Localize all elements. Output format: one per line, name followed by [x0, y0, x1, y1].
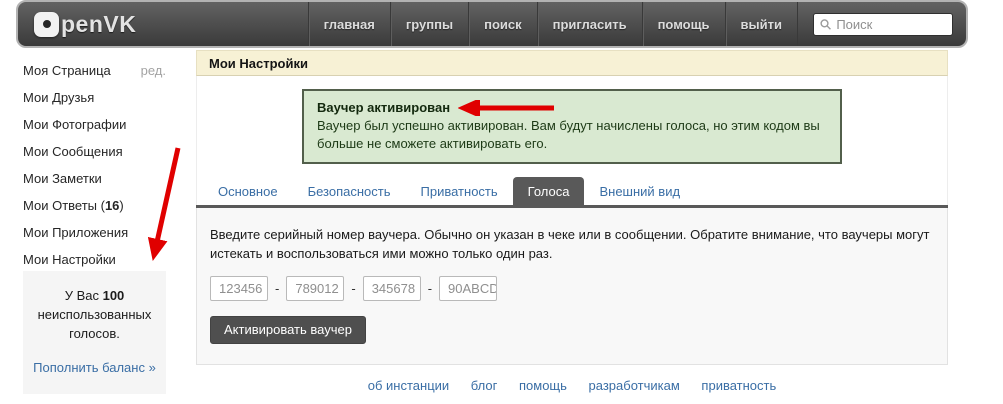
nav-invite[interactable]: пригласить [537, 2, 642, 46]
answers-label-suffix: ) [119, 198, 123, 213]
header-nav: главная группы поиск пригласить помощь в… [308, 2, 798, 46]
tab-general[interactable]: Основное [203, 177, 293, 205]
nav-groups[interactable]: группы [390, 2, 468, 46]
footer-link-blog[interactable]: блог [471, 378, 498, 393]
nav-search[interactable]: поиск [468, 2, 537, 46]
tab-security[interactable]: Безопасность [293, 177, 406, 205]
answers-count: 16 [105, 198, 119, 213]
votes-text-prefix: У Вас [65, 288, 103, 303]
votes-balance-box: У Вас 100 неиспользованных голосов. Попо… [23, 271, 166, 394]
voucher-code-part-3[interactable] [363, 276, 421, 301]
sidebar-item-settings[interactable]: Мои Настройки [23, 252, 166, 269]
openvk-logo-icon [34, 12, 59, 37]
voucher-separator: - [351, 281, 355, 296]
footer-link-help[interactable]: помощь [519, 378, 567, 393]
top-header: penVK главная группы поиск пригласить по… [16, 0, 968, 48]
page-title: Мои Настройки [196, 50, 948, 76]
nav-home[interactable]: главная [308, 2, 390, 46]
answers-label-prefix: Мои Ответы ( [23, 198, 105, 213]
sidebar-item-answers[interactable]: Мои Ответы (16) [23, 198, 166, 215]
header-search-box[interactable] [813, 13, 953, 36]
top-up-balance-link[interactable]: Пополнить баланс » [29, 358, 160, 377]
sidebar-item-my-page[interactable]: Моя Страница ред. [23, 63, 166, 80]
sidebar-item-friends[interactable]: Мои Друзья [23, 90, 166, 107]
voucher-instructions: Введите серийный номер ваучера. Обычно о… [210, 225, 934, 263]
votes-balance-text: У Вас 100 неиспользованных голосов. [29, 286, 160, 343]
footer: об инстанции блог помощь разработчикам п… [196, 378, 948, 393]
sidebar-item-notes[interactable]: Мои Заметки [23, 171, 166, 188]
nav-help[interactable]: помощь [642, 2, 725, 46]
voucher-separator: - [275, 281, 279, 296]
nav-logout[interactable]: выйти [725, 2, 798, 46]
alert-title: Ваучер активирован [317, 99, 450, 117]
sidebar-item-apps[interactable]: Мои Приложения [23, 225, 166, 242]
voucher-code-row: - - - [210, 276, 934, 301]
sidebar: Моя Страница ред. Мои Друзья Мои Фотогра… [23, 63, 166, 279]
tab-appearance[interactable]: Внешний вид [584, 177, 695, 205]
voucher-code-part-2[interactable] [286, 276, 344, 301]
sidebar-item-photos[interactable]: Мои Фотографии [23, 117, 166, 134]
voucher-code-part-4[interactable] [439, 276, 497, 301]
search-input[interactable] [836, 17, 946, 32]
tab-privacy[interactable]: Приватность [406, 177, 513, 205]
footer-link-about-instance[interactable]: об инстанции [368, 378, 449, 393]
edit-page-link[interactable]: ред. [141, 63, 166, 80]
votes-text-suffix: неиспользованных голосов. [38, 307, 152, 341]
activate-voucher-button[interactable]: Активировать ваучер [210, 316, 366, 344]
sidebar-item-label[interactable]: Моя Страница [23, 63, 111, 80]
search-icon [820, 18, 831, 31]
settings-panel: Мои Настройки Ваучер активирован Ваучер … [196, 50, 948, 365]
votes-count: 100 [103, 288, 125, 303]
annotation-arrow-to-alert [458, 100, 558, 116]
footer-link-developers[interactable]: разработчикам [589, 378, 680, 393]
logo-text: penVK [61, 11, 136, 38]
tab-votes[interactable]: Голоса [513, 177, 585, 205]
voucher-form-section: Введите серийный номер ваучера. Обычно о… [196, 208, 948, 365]
voucher-activated-alert: Ваучер активирован Ваучер был успешно ак… [302, 89, 842, 164]
footer-link-privacy[interactable]: приватность [701, 378, 776, 393]
openvk-logo[interactable]: penVK [34, 11, 136, 38]
voucher-separator: - [428, 281, 432, 296]
alert-body: Ваучер был успешно активирован. Вам буду… [317, 117, 827, 153]
settings-tabs: Основное Безопасность Приватность Голоса… [203, 177, 947, 205]
sidebar-item-messages[interactable]: Мои Сообщения [23, 144, 166, 161]
settings-panel-upper: Ваучер активирован Ваучер был успешно ак… [196, 76, 948, 205]
voucher-code-part-1[interactable] [210, 276, 268, 301]
alert-title-row: Ваучер активирован [317, 99, 827, 117]
